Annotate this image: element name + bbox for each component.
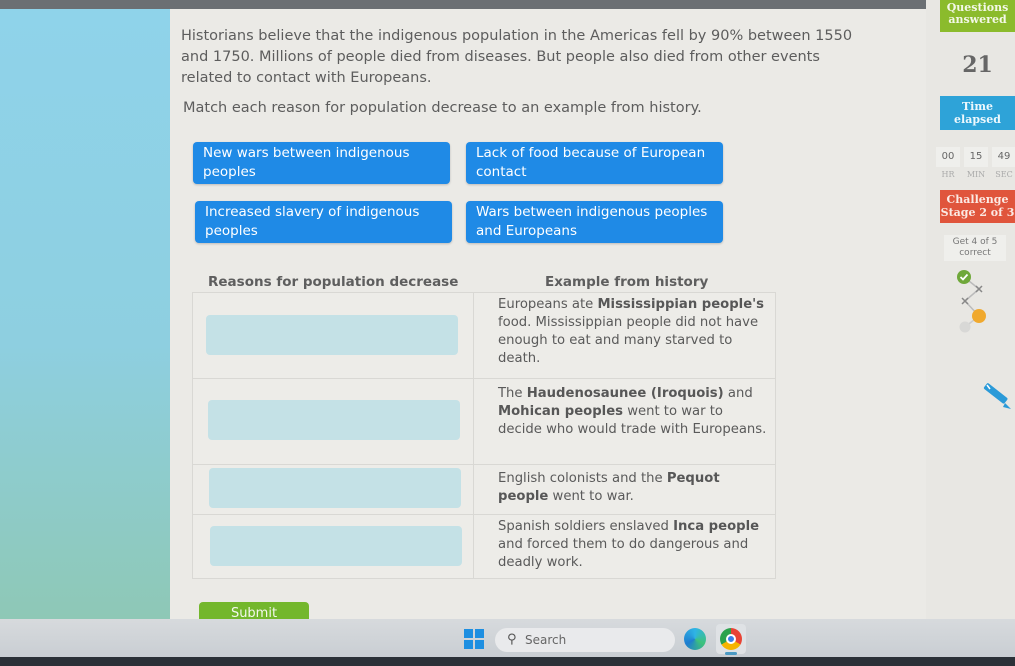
windows-start-icon[interactable] — [464, 629, 484, 649]
taskbar-search[interactable]: ⚲ Search — [495, 628, 675, 652]
questions-answered-label: Questions answered — [940, 0, 1015, 32]
left-background-panel — [0, 9, 170, 619]
timer-minutes: 15 — [964, 147, 988, 167]
chrome-icon — [720, 628, 742, 650]
pencil-icon[interactable] — [980, 380, 1012, 412]
search-icon: ⚲ — [507, 632, 517, 647]
matching-table: Europeans ate Mississippian people's foo… — [192, 292, 776, 579]
example-text-segment: The — [498, 386, 527, 401]
questions-answered-count: 21 — [962, 52, 993, 78]
timer-hours: 00 — [936, 147, 960, 167]
progress-correct-icon — [957, 270, 971, 284]
table-row: Europeans ate Mississippian people's foo… — [193, 293, 775, 378]
emphasized-term: Mohican peoples — [498, 404, 623, 419]
progress-pending-icon — [959, 321, 971, 333]
answer-tile-slavery[interactable]: Increased slavery of indigenous peoples — [195, 201, 452, 243]
answer-tile-lack-of-food[interactable]: Lack of food because of European contact — [466, 142, 723, 184]
example-text-segment: went to war. — [548, 489, 634, 504]
emphasized-term: Mississippian people's — [597, 297, 765, 312]
example-text: The Haudenosaunee (Iroquois) and Mohican… — [498, 385, 768, 439]
timer-seconds-label: SEC — [995, 170, 1013, 179]
challenge-progress-track — [957, 270, 986, 333]
emphasized-term: Haudenosaunee (Iroquois) — [526, 386, 724, 401]
table-row: The Haudenosaunee (Iroquois) and Mohican… — [193, 378, 775, 464]
time-elapsed-label: Time elapsed — [940, 96, 1015, 130]
drop-cell — [193, 379, 474, 464]
example-text: Europeans ate Mississippian people's foo… — [498, 296, 768, 368]
active-app-indicator — [725, 652, 737, 655]
edge-icon[interactable] — [684, 628, 706, 650]
column-header-reasons: Reasons for population decrease — [208, 274, 459, 290]
example-text-segment: Spanish soldiers enslaved — [498, 519, 674, 534]
answer-tile-new-wars[interactable]: New wars between indigenous peoples — [193, 142, 450, 184]
screen-bezel-top — [0, 0, 1015, 9]
challenge-banner: Challenge Stage 2 of 3 — [940, 190, 1015, 223]
progress-incorrect-icon — [975, 285, 983, 293]
drop-cell — [193, 293, 474, 378]
example-text: English colonists and the Pequot people … — [498, 470, 768, 506]
search-placeholder: Search — [525, 633, 567, 647]
screen-bezel-bottom — [0, 657, 1015, 666]
challenge-label: Challenge — [946, 193, 1009, 206]
drop-zone[interactable] — [206, 315, 458, 355]
example-text-segment: English colonists and the — [498, 471, 667, 486]
timer-seconds: 49 — [992, 147, 1015, 167]
drop-cell — [193, 465, 474, 514]
taskbar: ⚲ Search — [0, 619, 1015, 657]
question-instruction: Match each reason for population decreas… — [183, 100, 702, 116]
timer-hours-label: HR — [941, 170, 955, 179]
timer-minutes-label: MIN — [966, 170, 986, 179]
question-intro: Historians believe that the indigenous p… — [181, 28, 853, 86]
question-page: Historians believe that the indigenous p… — [170, 9, 930, 619]
chrome-taskbar-button[interactable] — [716, 624, 746, 655]
submit-button[interactable]: Submit — [199, 602, 309, 619]
table-row: English colonists and the Pequot people … — [193, 464, 775, 514]
drop-zone[interactable] — [208, 400, 460, 440]
example-text-segment: food. Mississippian people did not have … — [498, 315, 759, 366]
challenge-stage: Stage 2 of 3 — [940, 206, 1015, 219]
progress-incorrect-icon — [961, 297, 969, 305]
example-text-segment: and forced them to do dangerous and dead… — [498, 537, 749, 570]
drop-cell — [193, 515, 474, 579]
drop-zone[interactable] — [209, 468, 461, 508]
challenge-goal: Get 4 of 5 correct — [944, 235, 1006, 261]
column-header-examples: Example from history — [545, 274, 709, 290]
example-text: Spanish soldiers enslaved Inca people an… — [498, 518, 768, 572]
drop-zone[interactable] — [210, 526, 462, 566]
emphasized-term: Inca people — [673, 519, 760, 534]
example-text-segment: Europeans ate — [498, 297, 598, 312]
answer-tile-wars-europeans[interactable]: Wars between indigenous peoples and Euro… — [466, 201, 723, 243]
progress-current-icon — [972, 309, 986, 323]
table-row: Spanish soldiers enslaved Inca people an… — [193, 514, 775, 579]
example-text-segment: and — [723, 386, 753, 401]
